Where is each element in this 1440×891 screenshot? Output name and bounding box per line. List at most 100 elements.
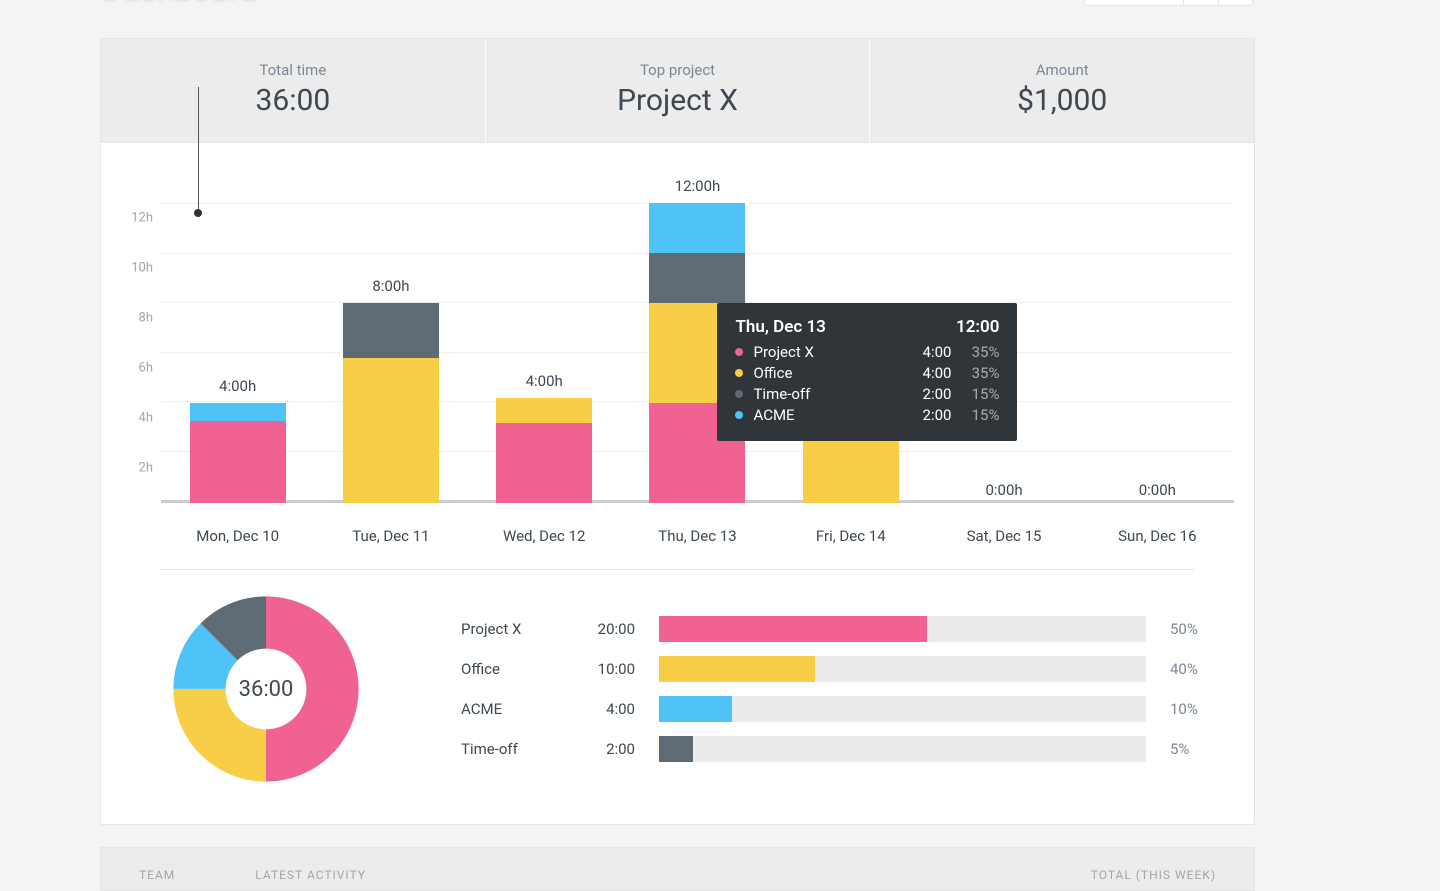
tooltip-series-name: Project X <box>753 343 899 361</box>
bar-segment <box>496 398 592 423</box>
bar-total-label: 0:00h <box>985 481 1022 499</box>
col-team: TEAM <box>139 868 175 882</box>
breakdown-row: Time-off2:005% <box>461 736 1214 762</box>
bar-segment <box>343 358 439 503</box>
bar-total-label: 4:00h <box>219 377 256 395</box>
callout-pointer-line <box>198 87 199 213</box>
breakdown-name: Project X <box>461 620 561 638</box>
chart-tooltip: Thu, Dec 13 12:00 Project X 4:00 35% Office… <box>717 303 1017 441</box>
stat-total-time: Total time 36:00 <box>101 39 486 142</box>
bar-stack: 8:00h <box>343 303 439 503</box>
y-tick-label: 2h <box>119 461 153 476</box>
col-latest: LATEST ACTIVITY <box>255 868 366 882</box>
stat-label: Total time <box>101 61 485 79</box>
breakdown-bar <box>659 656 1146 682</box>
breakdown-bar <box>659 616 1146 642</box>
y-tick-label: 6h <box>119 361 153 376</box>
bar-stack: 4:00h <box>190 403 286 503</box>
tooltip-series-pct: 35% <box>961 364 999 382</box>
date-range-controls: This week <box>1084 0 1253 6</box>
bar-stack: 4:00h <box>496 398 592 503</box>
weekly-stacked-bar-chart: 2h4h6h8h10h12h 4:00h8:00h4:00h12:00h0:00… <box>101 143 1254 563</box>
donut-chart: 36:00 <box>171 594 361 784</box>
x-tick-label: Thu, Dec 13 <box>621 527 774 545</box>
y-tick-label: 8h <box>119 311 153 326</box>
legend-dot-icon <box>735 411 743 419</box>
tooltip-series-name: Office <box>753 364 899 382</box>
project-breakdown: 36:00 Project X20:0050%Office10:0040%ACM… <box>101 594 1254 824</box>
stat-value: $1,000 <box>870 83 1254 118</box>
x-tick-label: Fri, Dec 14 <box>774 527 927 545</box>
bar-total-label: 8:00h <box>372 277 409 295</box>
bar-slot[interactable]: 4:00h <box>468 203 621 503</box>
breakdown-row: ACME 4:00 10% <box>461 696 1214 722</box>
stat-label: Amount <box>870 61 1254 79</box>
breakdown-bar-fill <box>659 696 732 722</box>
bar-segment <box>343 303 439 358</box>
breakdown-pct: 50% <box>1170 620 1214 638</box>
tooltip-series-time: 4:00 <box>909 364 951 382</box>
stat-value: 36:00 <box>101 83 485 118</box>
tooltip-series-time: 4:00 <box>909 343 951 361</box>
breakdown-bar-fill <box>659 656 815 682</box>
tooltip-total: 12:00 <box>956 317 999 337</box>
y-tick-label: 10h <box>119 261 153 276</box>
tooltip-series-name: Time-off <box>753 385 899 403</box>
tooltip-row: ACME 2:00 15% <box>735 406 999 424</box>
bar-segment <box>649 203 745 253</box>
prev-range-button[interactable] <box>1184 0 1218 5</box>
tooltip-series-time: 2:00 <box>909 406 951 424</box>
team-section-header: TEAM LATEST ACTIVITY TOTAL (THIS WEEK) <box>100 847 1255 891</box>
breakdown-bar <box>659 736 1146 762</box>
col-total: TOTAL (THIS WEEK) <box>1091 868 1216 882</box>
breakdown-time: 20:00 <box>585 620 635 638</box>
stats-row: Total time 36:00 Top project Project X A… <box>101 39 1254 143</box>
tooltip-series-pct: 15% <box>961 406 999 424</box>
next-range-button[interactable] <box>1218 0 1252 5</box>
stat-amount: Amount $1,000 <box>870 39 1254 142</box>
breakdown-row: Office10:0040% <box>461 656 1214 682</box>
breakdown-bar-fill <box>659 736 693 762</box>
bar-slot[interactable]: 0:00h <box>1081 203 1234 503</box>
breakdown-pct: 5% <box>1170 740 1214 758</box>
dashboard-card: Total time 36:00 Top project Project X A… <box>100 38 1255 825</box>
tooltip-row: Project X 4:00 35% <box>735 343 999 361</box>
donut-total: 36:00 <box>171 594 361 784</box>
bar-segment <box>649 253 745 303</box>
bar-slot[interactable]: 4:00h <box>161 203 314 503</box>
bar-total-label: 4:00h <box>526 372 563 390</box>
tooltip-series-pct: 35% <box>961 343 999 361</box>
tooltip-series-pct: 15% <box>961 385 999 403</box>
tooltip-row: Time-off 2:00 15% <box>735 385 999 403</box>
bar-total-label: 12:00h <box>675 177 721 195</box>
stat-value: Project X <box>486 83 870 118</box>
x-tick-label: Tue, Dec 11 <box>314 527 467 545</box>
stat-top-project: Top project Project X <box>486 39 871 142</box>
x-tick-label: Sat, Dec 15 <box>927 527 1080 545</box>
tooltip-series-time: 2:00 <box>909 385 951 403</box>
breakdown-name: Time-off <box>461 740 561 758</box>
breakdown-name: Office <box>461 660 561 678</box>
breakdown-time: 10:00 <box>585 660 635 678</box>
stat-label: Top project <box>486 61 870 79</box>
bar-segment <box>496 423 592 503</box>
bar-slot[interactable]: 8:00h <box>314 203 467 503</box>
tooltip-title: Thu, Dec 13 <box>735 317 825 337</box>
legend-dot-icon <box>735 369 743 377</box>
x-tick-label: Sun, Dec 16 <box>1081 527 1234 545</box>
legend-dot-icon <box>735 348 743 356</box>
range-select[interactable]: This week <box>1085 0 1184 5</box>
legend-dot-icon <box>735 390 743 398</box>
breakdown-pct: 10% <box>1170 700 1214 718</box>
section-divider <box>161 569 1194 570</box>
breakdown-bar-fill <box>659 616 927 642</box>
bar-total-label: 0:00h <box>1139 481 1176 499</box>
breakdown-name: ACME <box>461 700 561 718</box>
x-tick-label: Mon, Dec 10 <box>161 527 314 545</box>
bar-segment <box>190 421 286 504</box>
page-title: Dashboard <box>102 0 257 8</box>
x-tick-label: Wed, Dec 12 <box>468 527 621 545</box>
tooltip-series-name: ACME <box>753 406 899 424</box>
breakdown-row: Project X 20:00 50% <box>461 616 1214 642</box>
breakdown-time: 4:00 <box>585 700 635 718</box>
